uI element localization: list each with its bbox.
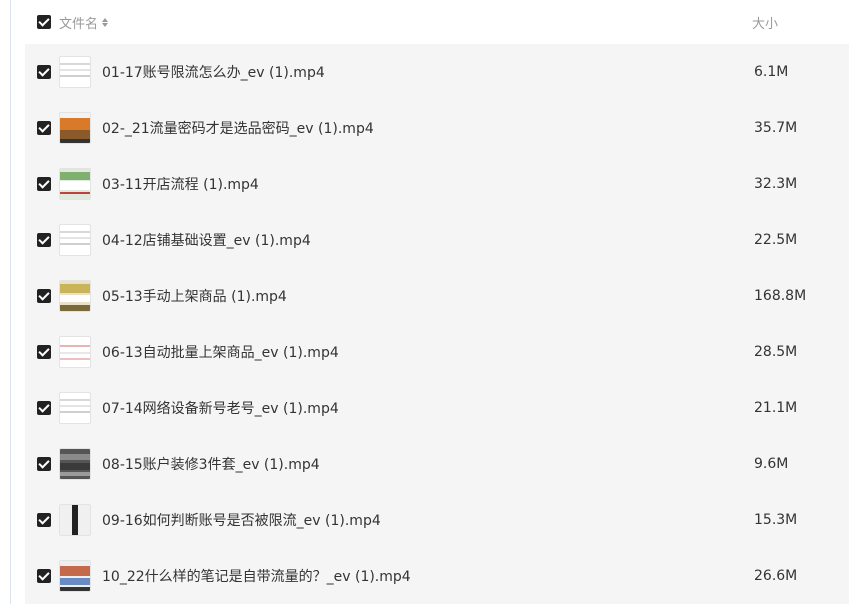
file-list-header: 文件名 大小 [25,0,849,44]
video-thumbnail-icon[interactable] [59,560,91,592]
file-name[interactable]: 02-_21流量密码才是选品密码_ev (1).mp4 [102,118,374,138]
file-size: 6.1M [754,64,789,80]
file-name[interactable]: 10_22什么样的笔记是自带流量的？_ev (1).mp4 [102,566,411,586]
file-row-checkbox[interactable] [37,65,51,79]
file-row-checkbox[interactable] [37,121,51,135]
panel-left-border [10,0,11,604]
file-row[interactable]: 10_22什么样的笔记是自带流量的？_ev (1).mp4 26.6M [25,548,849,604]
video-thumbnail-icon[interactable] [59,112,91,144]
file-row[interactable]: 04-12店铺基础设置_ev (1).mp4 22.5M [25,212,849,268]
file-name[interactable]: 08-15账户装修3件套_ev (1).mp4 [102,454,320,474]
file-row[interactable]: 06-13自动批量上架商品_ev (1).mp4 28.5M [25,324,849,380]
video-thumbnail-icon[interactable] [59,392,91,424]
file-name[interactable]: 09-16如何判断账号是否被限流_ev (1).mp4 [102,510,381,530]
file-row[interactable]: 05-13手动上架商品 (1).mp4 168.8M [25,268,849,324]
file-row-checkbox[interactable] [37,513,51,527]
video-thumbnail-icon[interactable] [59,336,91,368]
file-row-checkbox[interactable] [37,233,51,247]
file-row[interactable]: 08-15账户装修3件套_ev (1).mp4 9.6M [25,436,849,492]
file-list: 01-17账号限流怎么办_ev (1).mp4 6.1M 02-_21流量密码才是选… [25,44,849,604]
file-name[interactable]: 06-13自动批量上架商品_ev (1).mp4 [102,342,339,362]
video-thumbnail-icon[interactable] [59,504,91,536]
video-thumbnail-icon[interactable] [59,224,91,256]
file-size: 168.8M [754,288,807,304]
file-size: 15.3M [754,512,798,528]
file-size: 9.6M [754,456,789,472]
file-row[interactable]: 07-14网络设备新号老号_ev (1).mp4 21.1M [25,380,849,436]
select-all-checkbox[interactable] [37,15,51,29]
file-row-checkbox[interactable] [37,457,51,471]
column-header-size[interactable]: 大小 [752,13,778,32]
file-size: 26.6M [754,568,798,584]
file-row[interactable]: 01-17账号限流怎么办_ev (1).mp4 6.1M [25,44,849,100]
file-row[interactable]: 09-16如何判断账号是否被限流_ev (1).mp4 15.3M [25,492,849,548]
file-name[interactable]: 07-14网络设备新号老号_ev (1).mp4 [102,398,339,418]
sort-icon[interactable] [102,17,109,27]
video-thumbnail-icon[interactable] [59,56,91,88]
file-size: 35.7M [754,120,798,136]
file-name[interactable]: 04-12店铺基础设置_ev (1).mp4 [102,230,311,250]
column-header-filename[interactable]: 文件名 [59,13,109,32]
file-row-checkbox[interactable] [37,401,51,415]
file-row-checkbox[interactable] [37,569,51,583]
file-name[interactable]: 05-13手动上架商品 (1).mp4 [102,286,287,306]
file-size: 32.3M [754,176,798,192]
file-row[interactable]: 02-_21流量密码才是选品密码_ev (1).mp4 35.7M [25,100,849,156]
column-header-filename-label: 文件名 [59,16,99,32]
video-thumbnail-icon[interactable] [59,280,91,312]
file-name[interactable]: 03-11开店流程 (1).mp4 [102,174,259,194]
video-thumbnail-icon[interactable] [59,448,91,480]
file-size: 21.1M [754,400,798,416]
file-row-checkbox[interactable] [37,177,51,191]
file-list-page: 文件名 大小 01-17账号限流怎么办_ev (1).mp4 6.1M 02-_21… [0,0,849,604]
file-name[interactable]: 01-17账号限流怎么办_ev (1).mp4 [102,62,325,82]
file-size: 28.5M [754,344,798,360]
file-row-checkbox[interactable] [37,289,51,303]
video-thumbnail-icon[interactable] [59,168,91,200]
file-row[interactable]: 03-11开店流程 (1).mp4 32.3M [25,156,849,212]
file-size: 22.5M [754,232,798,248]
file-row-checkbox[interactable] [37,345,51,359]
